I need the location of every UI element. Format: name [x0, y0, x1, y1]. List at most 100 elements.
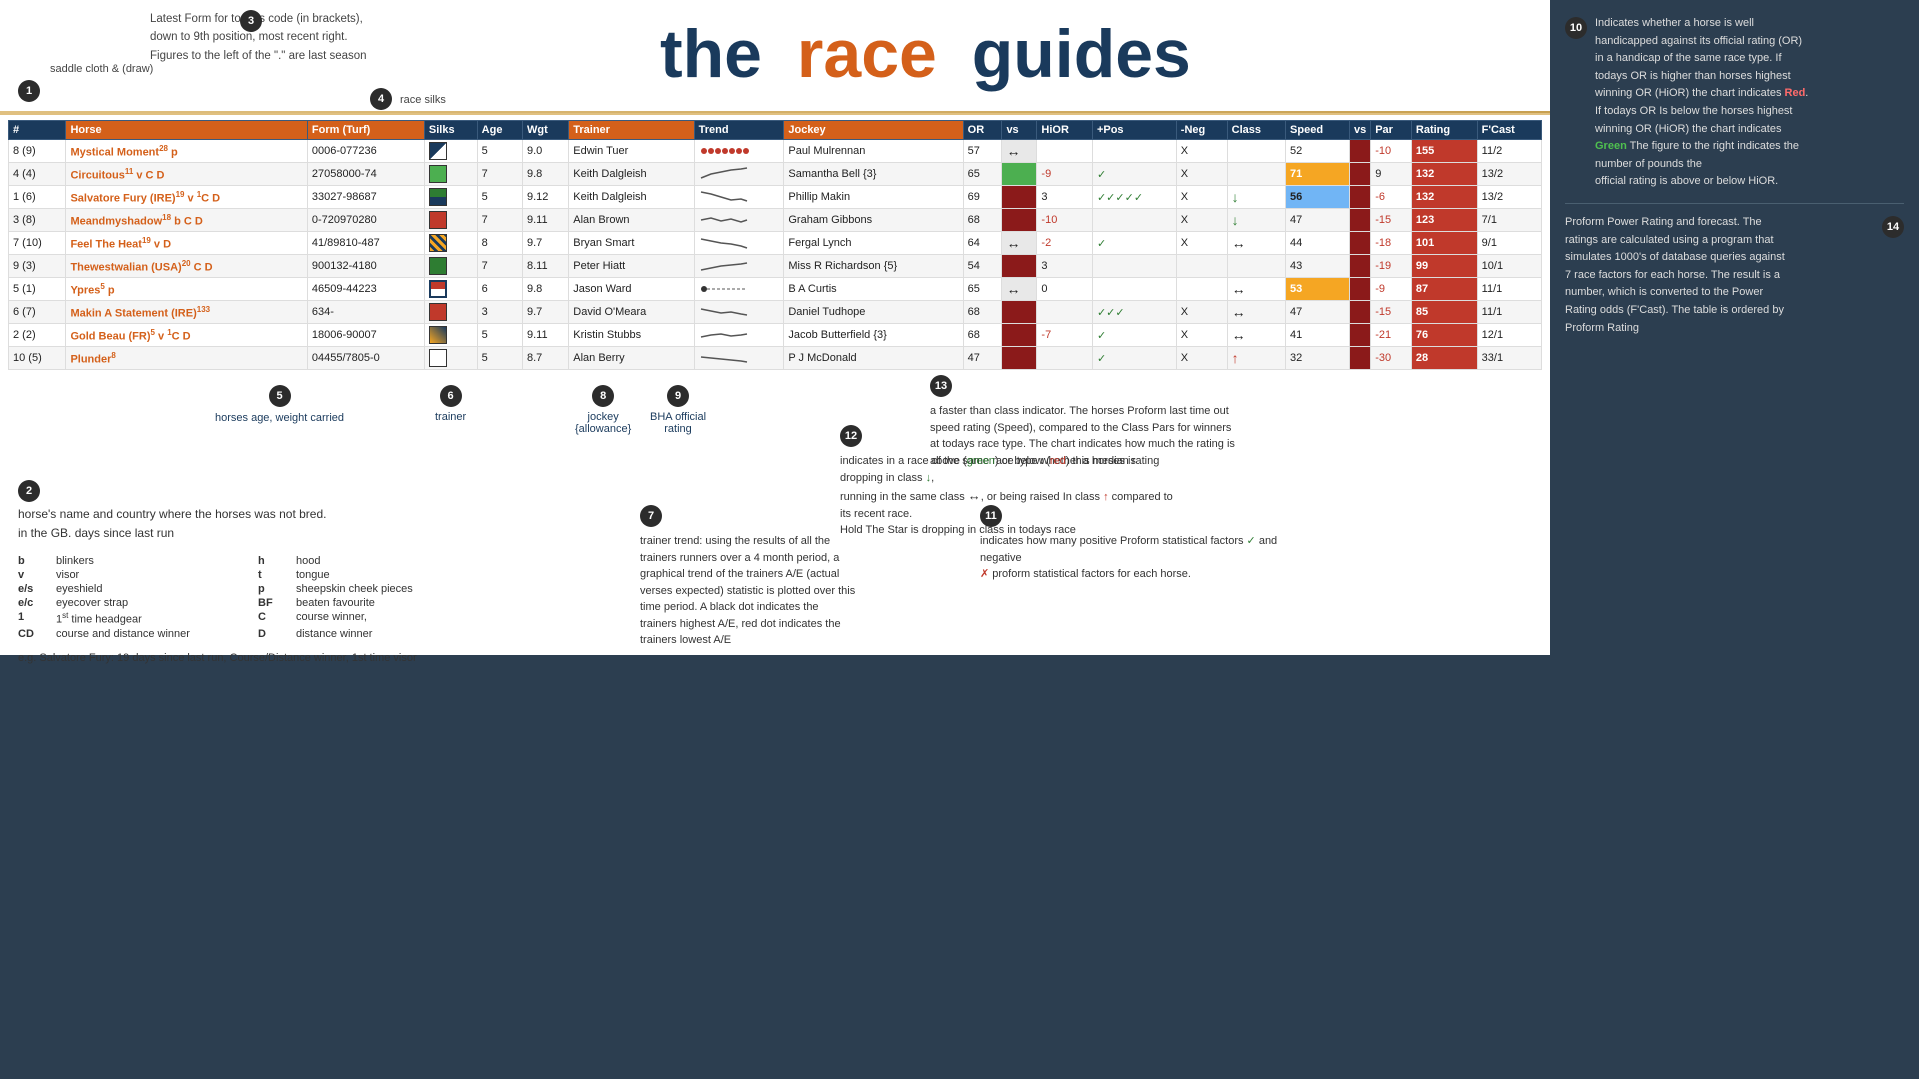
cell-pos: ✓ — [1092, 163, 1176, 186]
cell-neg: X — [1176, 347, 1227, 370]
annotation-8-label: jockey{allowance} — [575, 411, 631, 435]
cell-neg: X — [1176, 209, 1227, 232]
annotation-5: 5 — [269, 385, 291, 407]
cell-vs2 — [1349, 186, 1370, 209]
cell-trainer: Bryan Smart — [569, 232, 694, 255]
table-section: # Horse Form (Turf) Silks Age Wgt Traine… — [0, 115, 1550, 375]
annotation-3: 3 — [240, 10, 262, 32]
cell-neg: X — [1176, 324, 1227, 347]
brand-race: race — [797, 15, 937, 93]
cell-jockey: Jacob Butterfield {3} — [784, 324, 963, 347]
cell-pos — [1092, 209, 1176, 232]
cell-trend — [694, 324, 784, 347]
cell-neg — [1176, 255, 1227, 278]
cell-vs2 — [1349, 140, 1370, 163]
cell-trend — [694, 140, 784, 163]
cell-wgt: 9.11 — [522, 324, 568, 347]
cell-speed: 44 — [1286, 232, 1350, 255]
cell-vs — [1002, 186, 1037, 209]
table-row: 4 (4) Circuitous11 v C D 27058000-74 7 9… — [9, 163, 1542, 186]
annotation-8-area: 8 jockey{allowance} — [575, 385, 631, 435]
legend-item-b: bblinkers — [18, 555, 228, 567]
cell-hior: -2 — [1037, 232, 1093, 255]
cell-horse: Mystical Moment28 p — [66, 140, 307, 163]
cell-form: 18006-90007 — [307, 324, 424, 347]
cell-trainer: Alan Berry — [569, 347, 694, 370]
cell-fcast: 13/2 — [1477, 163, 1541, 186]
annotation-10-text: Indicates whether a horse is well handic… — [1595, 15, 1808, 191]
table-row: 5 (1) Ypres5 p 46509-44223 6 9.8 Jason W… — [9, 278, 1542, 301]
cell-form: 27058000-74 — [307, 163, 424, 186]
legend-item-h: hhood — [258, 555, 468, 567]
cell-num: 2 (2) — [9, 324, 66, 347]
cell-age: 7 — [477, 209, 522, 232]
cell-horse: Salvatore Fury (IRE)19 v 1C D — [66, 186, 307, 209]
cell-age: 6 — [477, 278, 522, 301]
cell-hior — [1037, 347, 1093, 370]
cell-age: 3 — [477, 301, 522, 324]
cell-vs: ↔ — [1002, 278, 1037, 301]
cell-trainer: Kristin Stubbs — [569, 324, 694, 347]
annotation-14: 14 — [1882, 216, 1904, 238]
cell-trend — [694, 163, 784, 186]
cell-fcast: 10/1 — [1477, 255, 1541, 278]
cell-jockey: Phillip Makin — [784, 186, 963, 209]
cell-hior: -7 — [1037, 324, 1093, 347]
legend-item-es: e/seyeshield — [18, 583, 228, 595]
race-silks-label: race silks — [400, 94, 446, 106]
col-wgt: Wgt — [522, 121, 568, 140]
cell-rating: 123 — [1411, 209, 1477, 232]
cell-num: 9 (3) — [9, 255, 66, 278]
cell-par: -10 — [1371, 140, 1412, 163]
cell-num: 10 (5) — [9, 347, 66, 370]
cell-pos — [1092, 278, 1176, 301]
legend-item-v: vvisor — [18, 569, 228, 581]
cell-pos: ✓✓✓✓✓ — [1092, 186, 1176, 209]
cell-horse: Gold Beau (FR)5 v 1C D — [66, 324, 307, 347]
cell-trend — [694, 186, 784, 209]
right-info-panel: 10 Indicates whether a horse is well han… — [1550, 0, 1919, 655]
cell-trend — [694, 209, 784, 232]
annotation-4: 4 — [370, 88, 392, 110]
cell-silks — [424, 301, 477, 324]
cell-rating: 132 — [1411, 163, 1477, 186]
cell-num: 6 (7) — [9, 301, 66, 324]
annotation-area: 5 horses age, weight carried 6 trainer 7… — [0, 375, 1550, 655]
cell-silks — [424, 140, 477, 163]
cell-pos: ✓ — [1092, 347, 1176, 370]
col-class: Class — [1227, 121, 1285, 140]
cell-par: -21 — [1371, 324, 1412, 347]
cell-class: ↔ — [1227, 301, 1285, 324]
cell-fcast: 11/1 — [1477, 301, 1541, 324]
cell-form: 04455/7805-0 — [307, 347, 424, 370]
cell-age: 5 — [477, 324, 522, 347]
col-silks: Silks — [424, 121, 477, 140]
table-row: 6 (7) Makin A Statement (IRE)133 634- 3 … — [9, 301, 1542, 324]
cell-rating: 28 — [1411, 347, 1477, 370]
left-panel: 1 saddle cloth & (draw) Latest Form for … — [0, 0, 1550, 655]
cell-silks — [424, 278, 477, 301]
cell-par: -15 — [1371, 301, 1412, 324]
cell-or: 57 — [963, 140, 1002, 163]
annotation-10-section: 10 Indicates whether a horse is well han… — [1565, 15, 1904, 191]
cell-hior: 3 — [1037, 186, 1093, 209]
brand-guides: guides — [972, 15, 1191, 93]
annotation-2: 2 — [18, 480, 40, 502]
race-table: # Horse Form (Turf) Silks Age Wgt Traine… — [8, 120, 1542, 370]
cell-num: 5 (1) — [9, 278, 66, 301]
legend-item-t: ttongue — [258, 569, 468, 581]
cell-or: 65 — [963, 278, 1002, 301]
horse-country-text: horse's name and country where the horse… — [18, 505, 468, 543]
cell-speed: 56 — [1286, 186, 1350, 209]
cell-class: ↔ — [1227, 232, 1285, 255]
cell-vs: ↔ — [1002, 140, 1037, 163]
col-or: OR — [963, 121, 1002, 140]
cell-num: 3 (8) — [9, 209, 66, 232]
cell-neg: X — [1176, 140, 1227, 163]
annotation-6: 6 — [440, 385, 462, 407]
cell-or: 69 — [963, 186, 1002, 209]
cell-age: 5 — [477, 140, 522, 163]
cell-vs2 — [1349, 255, 1370, 278]
cell-hior: 3 — [1037, 255, 1093, 278]
cell-class — [1227, 140, 1285, 163]
